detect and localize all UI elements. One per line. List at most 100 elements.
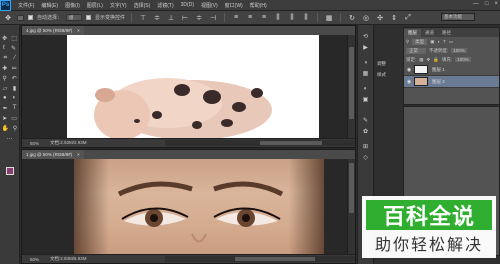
eyedropper-tool-icon[interactable]: ⁄ [14, 55, 15, 61]
shape-tool-icon[interactable]: ▭ [11, 115, 17, 122]
pen-tool-icon[interactable]: ✒ [3, 105, 8, 112]
filter-adjust-icon[interactable]: ◐ [438, 39, 441, 44]
close-button[interactable]: × [494, 1, 498, 7]
visibility-eye-icon[interactable]: ◉ [404, 79, 414, 85]
vertical-scroll-thumb[interactable] [349, 163, 354, 213]
zoom-level[interactable]: 50% [22, 141, 44, 146]
lasso-tool-icon[interactable]: ℓ [3, 45, 5, 51]
crop-tool-icon[interactable]: ⌗ [4, 55, 7, 62]
horizontal-scroll-thumb[interactable] [235, 257, 315, 261]
minimize-button[interactable]: — [473, 1, 479, 7]
layer-row-selected[interactable]: ◉ 图层 2 [404, 76, 499, 88]
vertical-scrollbar[interactable] [347, 159, 355, 254]
history-brush-tool-icon[interactable]: ↶ [12, 75, 17, 82]
color-icon[interactable]: ◑ [358, 57, 373, 68]
3d-rotate-icon[interactable]: ↻ [347, 13, 357, 23]
canvas[interactable] [22, 35, 347, 138]
distribute-hcenter-icon[interactable]: ⫼ [287, 13, 297, 23]
horizontal-scroll-thumb[interactable] [260, 141, 322, 145]
lock-pixels-icon[interactable]: ▦ [419, 57, 423, 63]
filter-shape-icon[interactable]: ▭ [449, 39, 453, 45]
close-icon[interactable]: × [77, 28, 80, 33]
visibility-eye-icon[interactable]: ◉ [404, 67, 414, 73]
styles-label[interactable]: 样式 [377, 72, 386, 78]
workspace-dropdown[interactable]: 基本功能 [441, 13, 475, 21]
distribute-right-icon[interactable]: ⫼ [301, 13, 311, 23]
menu-filter[interactable]: 滤镜(T) [157, 2, 173, 9]
dodge-tool-icon[interactable]: ◐ [12, 95, 16, 101]
align-hcenter-icon[interactable]: ≑ [194, 13, 204, 23]
auto-select-dropdown[interactable]: 组 [66, 14, 83, 21]
filter-pixel-icon[interactable]: ▣ [430, 39, 434, 45]
document-size[interactable]: 文档:2.93M/2.93M [50, 140, 87, 146]
3d-roll-icon[interactable]: ◎ [361, 13, 371, 23]
tab-channels[interactable]: 通道 [421, 29, 438, 37]
menu-layer[interactable]: 图层(L) [87, 2, 103, 9]
align-top-icon[interactable]: ⊤ [138, 13, 148, 23]
document-tab[interactable]: 1.jpg @ 50% (RGB/8#) × [22, 150, 84, 159]
layer-kind-dropdown[interactable]: 类型 [412, 38, 428, 45]
healing-tool-icon[interactable]: ✚ [2, 65, 7, 72]
gradient-tool-icon[interactable]: ▮ [13, 85, 16, 92]
3d-drag-icon[interactable]: ✣ [375, 13, 385, 23]
canvas[interactable] [22, 159, 347, 254]
swatches-icon[interactable]: ▦ [358, 68, 373, 79]
foreground-color-swatch[interactable] [6, 167, 14, 175]
type-tool-icon[interactable]: T [13, 105, 17, 111]
3d-slide-icon[interactable]: ⇕ [389, 13, 399, 23]
path-select-tool-icon[interactable]: ➤ [2, 115, 7, 122]
tool-preset-dropdown[interactable] [17, 14, 24, 21]
vertical-scrollbar[interactable] [347, 35, 355, 138]
distribute-bottom-icon[interactable]: ≡ [259, 13, 269, 23]
menu-window[interactable]: 窗口(W) [225, 2, 243, 9]
align-bottom-icon[interactable]: ⊥ [166, 13, 176, 23]
history-icon[interactable]: ⟲ [358, 31, 373, 42]
align-vcenter-icon[interactable]: ≑ [152, 13, 162, 23]
document-tab[interactable]: 4.jpg @ 50% (RGB/8#) × [22, 26, 84, 35]
marquee-tool-icon[interactable]: ⬚ [11, 35, 17, 42]
adjustments-label[interactable]: 调整 [377, 61, 386, 67]
document-size[interactable]: 文档:2.93M/6.93M [50, 256, 87, 262]
lock-position-icon[interactable]: ✥ [427, 57, 431, 63]
menu-edit[interactable]: 编辑(E) [41, 2, 58, 9]
brush-icon[interactable]: ✎ [358, 115, 373, 126]
distribute-top-icon[interactable]: ≡ [231, 13, 241, 23]
brush-tool-icon[interactable]: ✏ [12, 65, 17, 72]
distribute-left-icon[interactable]: ⫼ [273, 13, 283, 23]
move-tool-icon[interactable]: ✥ [2, 35, 7, 42]
menu-file[interactable]: 文件(F) [18, 2, 34, 9]
clone-stamp-tool-icon[interactable]: ⚲ [2, 75, 6, 82]
align-left-icon[interactable]: ⊢ [180, 13, 190, 23]
menu-help[interactable]: 帮助(H) [250, 2, 267, 9]
channels-icon[interactable]: ⊞ [358, 141, 373, 152]
tab-layers[interactable]: 图层 [404, 29, 421, 37]
menu-image[interactable]: 图像(I) [65, 2, 80, 9]
show-transform-checkbox[interactable] [86, 15, 92, 20]
blur-tool-icon[interactable]: ● [3, 95, 7, 101]
blend-mode-dropdown[interactable]: 正常 [406, 47, 426, 54]
opacity-field[interactable]: 100% [451, 48, 467, 53]
move-tool-icon[interactable]: ✥ [3, 13, 13, 23]
lock-all-icon[interactable]: 🔒 [433, 57, 439, 63]
more-tools-icon[interactable]: … [7, 135, 13, 141]
align-right-icon[interactable]: ⊣ [208, 13, 218, 23]
hand-tool-icon[interactable]: ✋ [2, 125, 9, 132]
layer-row[interactable]: ◉ 图层 1 [404, 64, 499, 76]
3d-scale-icon[interactable]: ⤢ [403, 13, 413, 23]
actions-icon[interactable]: ▶ [358, 42, 373, 53]
horizontal-scrollbar[interactable] [165, 256, 355, 262]
tab-paths[interactable]: 路径 [438, 29, 455, 37]
brush-presets-icon[interactable]: ✿ [358, 126, 373, 137]
quick-select-tool-icon[interactable]: ✎ [11, 45, 16, 52]
zoom-tool-icon[interactable]: ⚲ [13, 125, 17, 132]
auto-align-icon[interactable]: ▦ [324, 13, 334, 23]
menu-3d[interactable]: 3D(D) [181, 2, 194, 8]
maximize-button[interactable]: □ [485, 1, 489, 7]
menu-view[interactable]: 视图(V) [201, 2, 218, 9]
horizontal-scrollbar[interactable] [165, 140, 355, 146]
filter-type-icon[interactable]: T [443, 39, 446, 44]
vertical-scroll-thumb[interactable] [349, 47, 354, 119]
adjust-icon[interactable]: ◐ [358, 83, 373, 94]
distribute-vcenter-icon[interactable]: ≡ [245, 13, 255, 23]
menu-type[interactable]: 文字(Y) [110, 2, 127, 9]
